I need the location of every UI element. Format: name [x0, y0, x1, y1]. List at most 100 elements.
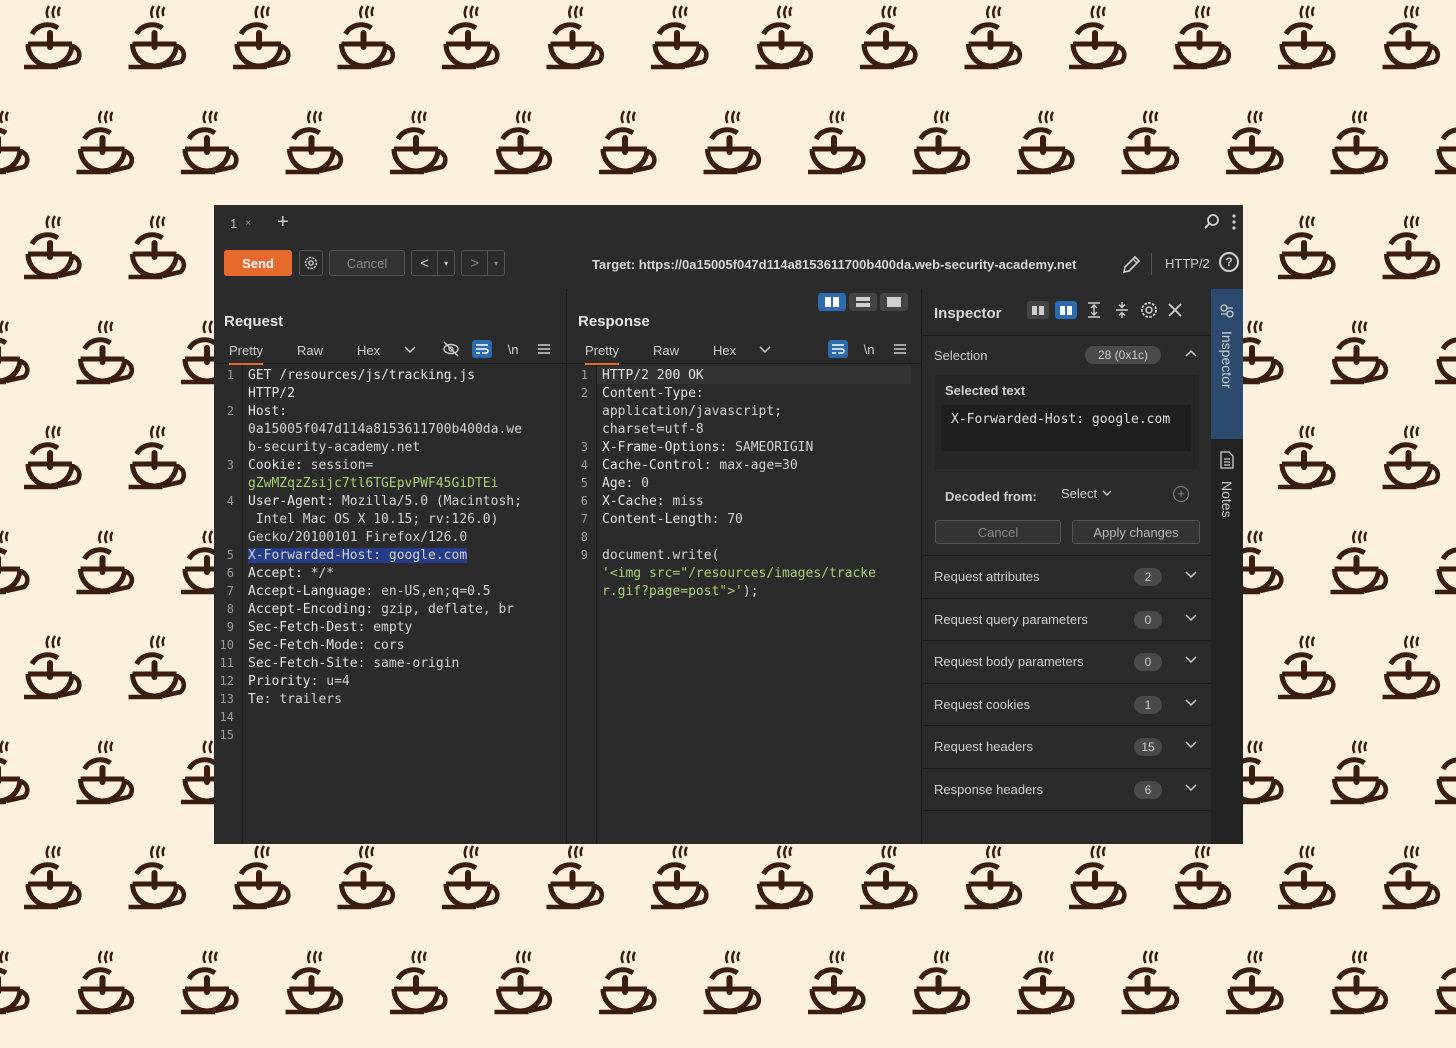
tab-raw[interactable]: Raw [653, 343, 679, 358]
wrap-icon [832, 344, 845, 354]
back-button[interactable]: < ▾ [411, 250, 455, 276]
newline-toggle[interactable]: \n [859, 340, 879, 358]
back-dropdown-icon[interactable]: ▾ [437, 251, 454, 275]
kebab-menu-icon[interactable] [1231, 213, 1237, 231]
coffee-cup-icon [860, 5, 918, 70]
code-token: cors [373, 638, 405, 653]
forward-button[interactable]: > ▾ [461, 250, 505, 276]
hamburger-icon[interactable] [534, 340, 554, 358]
line-number: 6 [226, 566, 234, 580]
code-token: Cookie: [248, 458, 311, 473]
add-tab-button[interactable]: + [277, 212, 289, 232]
gear-icon[interactable] [1139, 300, 1159, 320]
layout-buttons [818, 293, 908, 311]
code-line: Intel Mac OS X 10.15; rv:126.0) [248, 511, 499, 529]
code-token: r.gif?page=post">' [602, 584, 743, 599]
decoded-from-select[interactable]: Select [1061, 486, 1113, 501]
tab-hex[interactable]: Hex [713, 343, 736, 358]
protocol-label[interactable]: HTTP/2 [1165, 256, 1210, 271]
coffee-cup-icon [1382, 635, 1441, 700]
expand-all-icon[interactable] [1083, 301, 1105, 319]
coffee-cup-icon [0, 530, 30, 595]
coffee-cup-icon [546, 5, 605, 70]
help-icon[interactable]: ? [1219, 252, 1239, 272]
coffee-cup-icon [1330, 740, 1389, 805]
coffee-cup-icon [1069, 845, 1127, 910]
section-count-badge: 2 [1134, 568, 1162, 586]
coffee-cup-icon [233, 845, 291, 910]
search-icon[interactable] [1203, 213, 1221, 231]
collapse-all-icon[interactable] [1111, 301, 1133, 319]
chevron-up-icon[interactable] [1183, 346, 1199, 362]
code-token: GET /resources/js/tracking.js [248, 368, 475, 383]
coffee-cup-icon [964, 5, 1023, 70]
tab-raw[interactable]: Raw [297, 343, 323, 358]
close-icon[interactable] [1165, 300, 1185, 320]
selected-text-value[interactable]: X-Forwarded-Host: google.com [941, 405, 1191, 451]
coffee-cup-icon [651, 5, 709, 70]
coffee-cup-icon [651, 845, 709, 910]
line-number: 2 [580, 386, 588, 400]
tab-pretty[interactable]: Pretty [229, 343, 263, 365]
inspector-cancel-button[interactable]: Cancel [935, 520, 1061, 544]
response-editor[interactable]: 1 HTTP/2 200 OK 2 Content-Type: application/… [568, 365, 921, 844]
selection-section[interactable]: Selection 28 (0x1c) [923, 335, 1211, 374]
inspector-layout-right-button[interactable] [1055, 301, 1077, 319]
inspector-section[interactable]: Request body parameters 0 [923, 640, 1211, 683]
inspector-section[interactable]: Request attributes 2 [923, 555, 1211, 598]
wrap-toggle[interactable] [828, 340, 848, 358]
chevron-down-icon[interactable] [400, 340, 420, 358]
coffee-cup-icon [1278, 425, 1336, 490]
coffee-cup-icon [0, 950, 30, 1015]
wrap-toggle[interactable] [472, 340, 492, 358]
code-token: '<img src="/resources/images/tracke [602, 566, 876, 581]
sidebar-tab-notes[interactable]: Notes [1211, 451, 1243, 541]
coffee-cup-icon [128, 425, 187, 490]
line-number: 12 [219, 674, 234, 688]
plus-circle-icon[interactable]: + [1173, 486, 1189, 502]
newline-toggle[interactable]: \n [503, 340, 523, 358]
chevron-down-icon[interactable] [755, 340, 775, 358]
code-token: Accept: [248, 566, 311, 581]
line-number: 7 [226, 584, 234, 598]
apply-changes-button[interactable]: Apply changes [1072, 520, 1200, 544]
coffee-cup-icon [0, 740, 30, 805]
sidebar-tab-inspector[interactable]: Inspector [1211, 289, 1243, 439]
sidebar-inspector-label: Inspector [1219, 331, 1235, 389]
send-settings-button[interactable] [299, 250, 323, 276]
eye-off-icon[interactable] [441, 340, 461, 358]
tab-close-icon[interactable]: × [245, 218, 251, 229]
request-view-tabs: Pretty Raw Hex \n [214, 337, 566, 365]
code-token: empty [373, 620, 413, 635]
code-token: Priority: [248, 674, 327, 689]
selected-text-box: Selected text X-Forwarded-Host: google.c… [935, 375, 1199, 469]
tab-hex[interactable]: Hex [357, 343, 380, 358]
inspector-section[interactable]: Response headers 6 [923, 767, 1211, 811]
line-number: 4 [580, 458, 588, 472]
coffee-cup-icon [76, 950, 135, 1015]
tab-pretty[interactable]: Pretty [585, 343, 619, 365]
request-editor[interactable]: 1 GET /resources/js/tracking.js HTTP/2 2 Hos… [214, 365, 566, 844]
inspector-layout-left-button[interactable] [1027, 301, 1049, 319]
inspector-section[interactable]: Request headers 15 [923, 725, 1211, 768]
pencil-icon[interactable] [1120, 254, 1142, 276]
line-number: 1 [226, 368, 234, 382]
inspector-section[interactable]: Request query parameters 0 [923, 597, 1211, 641]
selection-label: Selection [934, 348, 988, 363]
section-label: Request query parameters [934, 611, 1088, 627]
coffee-cup-icon [912, 950, 971, 1015]
layout-single-button[interactable] [880, 293, 908, 311]
inspector-section[interactable]: Request cookies 1 [923, 682, 1211, 726]
cancel-button[interactable]: Cancel [329, 250, 405, 276]
code-line: Sec-Fetch-Mode: cors [248, 637, 405, 655]
response-view-tabs: Pretty Raw Hex \n [568, 337, 921, 365]
forward-dropdown-icon[interactable]: ▾ [487, 251, 504, 275]
coffee-cup-icon [1069, 5, 1127, 70]
send-button[interactable]: Send [224, 250, 292, 276]
hamburger-icon[interactable] [890, 340, 910, 358]
layout-side-by-side-button[interactable] [818, 293, 846, 311]
code-line: X-Frame-Options: SAMEORIGIN [602, 439, 813, 457]
layout-stacked-button[interactable] [849, 293, 877, 311]
tab-1[interactable]: 1 × [220, 211, 260, 235]
section-divider [923, 810, 1211, 812]
